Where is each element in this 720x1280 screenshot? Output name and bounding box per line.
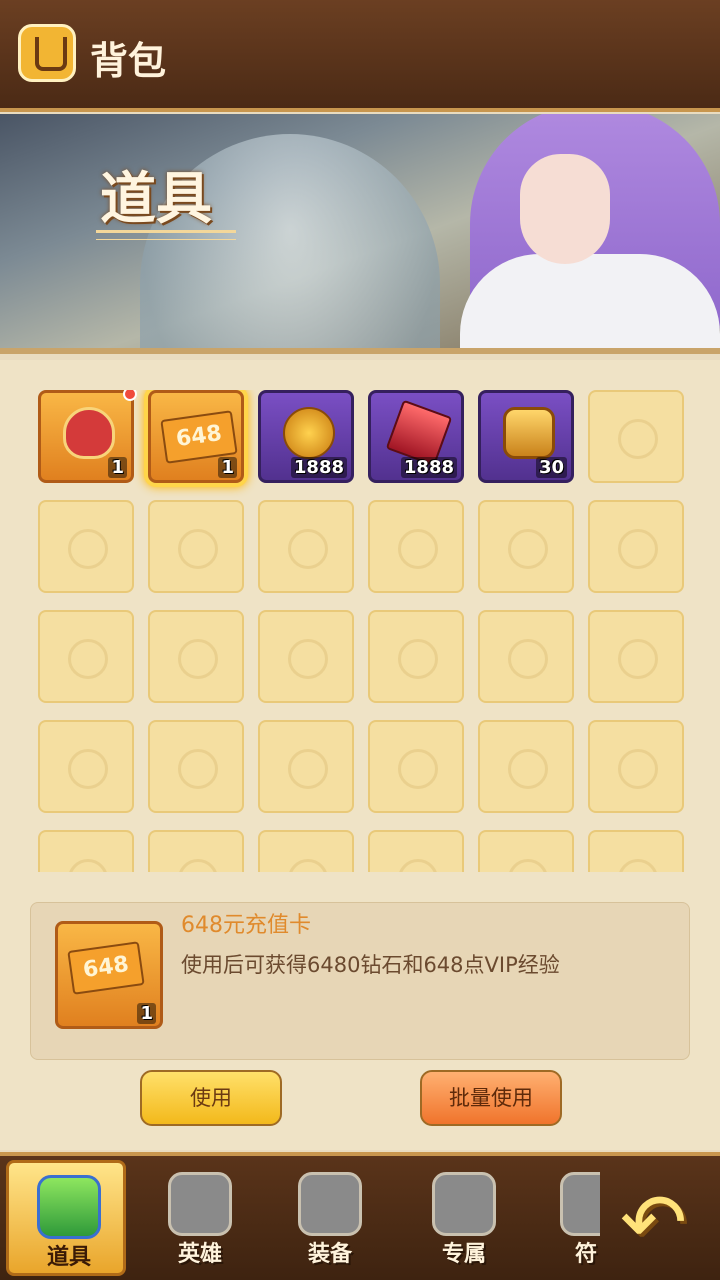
heroine-illustration xyxy=(430,114,720,348)
slot-emblem-icon xyxy=(398,639,438,679)
page-title: 背包 xyxy=(90,39,167,83)
card-icon: 648 xyxy=(160,410,238,464)
slot-emblem-icon xyxy=(178,859,218,872)
empty-slot[interactable] xyxy=(588,720,684,813)
empty-slot[interactable] xyxy=(478,720,574,813)
empty-slot[interactable] xyxy=(148,720,244,813)
inventory-grid: 1 648 1 1888 1888 30 xyxy=(38,390,686,872)
slot-emblem-icon xyxy=(68,529,108,569)
empty-slot[interactable] xyxy=(38,610,134,703)
batch-use-button[interactable]: 批量使用 xyxy=(420,1070,562,1126)
slot-emblem-icon xyxy=(68,639,108,679)
tab-exclusive[interactable]: 专属 xyxy=(404,1160,524,1276)
empty-slot[interactable] xyxy=(478,500,574,593)
empty-slot[interactable] xyxy=(38,830,134,872)
header-bar: 背包 xyxy=(0,0,720,112)
item-count: 1 xyxy=(108,457,127,478)
slot-emblem-icon xyxy=(288,749,328,789)
detail-item-count: 1 xyxy=(137,1003,156,1024)
amulet-icon xyxy=(432,1172,496,1236)
empty-slot[interactable] xyxy=(478,830,574,872)
slot-emblem-icon xyxy=(178,639,218,679)
tab-equipment[interactable]: 装备 xyxy=(270,1160,390,1276)
item-count: 1888 xyxy=(290,457,347,478)
slot-emblem-icon xyxy=(288,529,328,569)
inventory-item-red-pouch[interactable]: 1 xyxy=(38,390,137,483)
slot-emblem-icon xyxy=(178,749,218,789)
empty-slot[interactable] xyxy=(258,500,354,593)
inventory-item-golden-medal[interactable]: 30 xyxy=(478,390,574,483)
slot-emblem-icon xyxy=(398,749,438,789)
tab-label: 装备 xyxy=(307,1242,352,1267)
bottom-nav: 道具 英雄 装备 专属 符 xyxy=(0,1152,720,1280)
slot-emblem-icon xyxy=(508,859,548,872)
empty-slot[interactable] xyxy=(258,610,354,703)
tab-label: 专属 xyxy=(441,1242,486,1267)
empty-slot[interactable] xyxy=(148,500,244,593)
empty-slot[interactable] xyxy=(588,390,684,483)
empty-slot[interactable] xyxy=(38,500,134,593)
slot-emblem-icon xyxy=(618,419,658,459)
slot-emblem-icon xyxy=(288,859,328,872)
empty-slot[interactable] xyxy=(368,720,464,813)
slot-emblem-icon xyxy=(288,639,328,679)
empty-slot[interactable] xyxy=(258,830,354,872)
slot-emblem-icon xyxy=(398,529,438,569)
item-detail: 648 1 648元充值卡 使用后可获得6480钻石和648点VIP经验 xyxy=(30,902,690,1060)
slot-emblem-icon xyxy=(508,639,548,679)
empty-slot[interactable] xyxy=(258,720,354,813)
banner-label: 道具 xyxy=(100,167,212,232)
slot-emblem-icon xyxy=(398,859,438,872)
inventory-item-red-crystal[interactable]: 1888 xyxy=(368,390,464,483)
gold-icon xyxy=(283,407,335,459)
empty-slot[interactable] xyxy=(588,500,684,593)
empty-slot[interactable] xyxy=(148,830,244,872)
back-arrow-icon[interactable] xyxy=(610,1176,700,1269)
slot-emblem-icon xyxy=(68,749,108,789)
empty-slot[interactable] xyxy=(478,610,574,703)
slot-emblem-icon xyxy=(618,859,658,872)
helmet-icon xyxy=(168,1172,232,1236)
slot-emblem-icon xyxy=(618,749,658,789)
slot-emblem-icon xyxy=(508,529,548,569)
item-name: 648元充值卡 xyxy=(181,913,311,938)
bag-icon xyxy=(18,24,76,82)
tab-items[interactable]: 道具 xyxy=(6,1160,126,1276)
slot-emblem-icon xyxy=(618,529,658,569)
empty-slot[interactable] xyxy=(368,500,464,593)
item-count: 30 xyxy=(535,457,567,478)
item-description: 使用后可获得6480钻石和648点VIP经验 xyxy=(181,953,560,977)
detail-item-thumb: 648 1 xyxy=(55,921,163,1029)
notification-dot xyxy=(123,390,137,401)
inventory-item-gold-gem[interactable]: 1888 xyxy=(258,390,354,483)
slot-emblem-icon xyxy=(618,639,658,679)
use-button[interactable]: 使用 xyxy=(140,1070,282,1126)
empty-slot[interactable] xyxy=(148,610,244,703)
recharge-card-icon: 648 xyxy=(67,941,145,995)
tab-runes[interactable]: 符 xyxy=(530,1160,600,1276)
tab-heroes[interactable]: 英雄 xyxy=(140,1160,260,1276)
slot-emblem-icon xyxy=(178,529,218,569)
slot-emblem-icon xyxy=(68,859,108,872)
medal-icon xyxy=(503,407,555,459)
item-count: 1 xyxy=(218,457,237,478)
pouch-icon xyxy=(63,407,115,459)
tab-label: 符 xyxy=(574,1242,597,1267)
item-count: 1888 xyxy=(400,457,457,478)
armor-icon xyxy=(298,1172,362,1236)
gem-icon xyxy=(37,1175,101,1239)
empty-slot[interactable] xyxy=(368,830,464,872)
empty-slot[interactable] xyxy=(588,610,684,703)
inventory-panel: 1 648 1 1888 1888 30 648 1 648元充值卡 使用后可获得6480… xyxy=(0,360,720,1150)
slot-emblem-icon xyxy=(508,749,548,789)
tab-label: 道具 xyxy=(46,1245,91,1270)
banner-ornament xyxy=(96,230,236,240)
inventory-item-recharge-card-648[interactable]: 648 1 xyxy=(148,390,244,483)
rune-icon xyxy=(560,1172,600,1236)
category-banner: 道具 xyxy=(0,114,720,354)
tab-label: 英雄 xyxy=(177,1242,222,1267)
empty-slot[interactable] xyxy=(588,830,684,872)
empty-slot[interactable] xyxy=(368,610,464,703)
empty-slot[interactable] xyxy=(38,720,134,813)
